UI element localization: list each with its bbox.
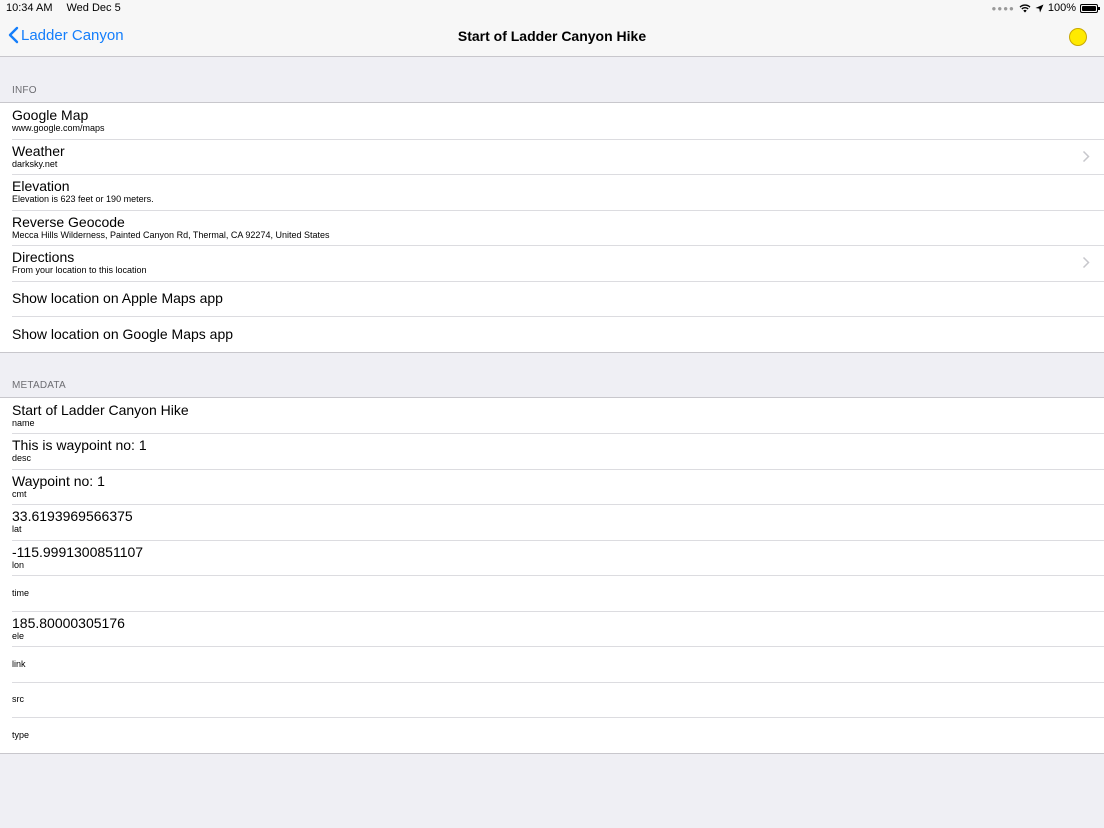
- metadata-key: desc: [12, 453, 32, 464]
- info-row-apple-maps[interactable]: Show location on Apple Maps app: [0, 280, 1104, 317]
- metadata-row-type[interactable]: type: [0, 717, 1104, 753]
- row-subtitle: darksky.net: [12, 158, 58, 169]
- metadata-value: 185.80000305176: [12, 614, 125, 631]
- row-title: Directions: [12, 249, 75, 266]
- section-header-info: INFO: [12, 85, 37, 96]
- metadata-group: Start of Ladder Canyon Hike name This is…: [0, 396, 1104, 754]
- info-row-weather[interactable]: Weather darksky.net: [0, 138, 1104, 175]
- metadata-key: link: [12, 658, 26, 669]
- info-row-elevation[interactable]: Elevation Elevation is 623 feet or 190 m…: [0, 174, 1104, 210]
- metadata-key: type: [12, 729, 30, 740]
- row-title: Reverse Geocode: [12, 213, 125, 230]
- metadata-row-lon[interactable]: -115.9991300851107 lon: [0, 539, 1104, 576]
- location-arrow-icon: [1035, 4, 1044, 12]
- row-subtitle: Elevation is 623 feet or 190 meters.: [12, 194, 154, 205]
- row-subtitle: www.google.com/maps: [12, 123, 105, 134]
- row-subtitle: Mecca Hills Wilderness, Painted Canyon R…: [12, 229, 330, 240]
- metadata-key: ele: [12, 630, 25, 641]
- content: INFO Google Map www.google.com/maps Weat…: [0, 58, 1104, 754]
- status-bar: 10:34 AM Wed Dec 5 ●●●● 100%: [0, 0, 1104, 18]
- metadata-row-lat[interactable]: 33.6193969566375 lat: [0, 504, 1104, 540]
- metadata-key: lat: [12, 524, 22, 535]
- info-row-google-map[interactable]: Google Map www.google.com/maps: [0, 103, 1104, 139]
- status-indicator-icon[interactable]: [1069, 28, 1087, 46]
- metadata-key: cmt: [12, 488, 27, 499]
- info-group: Google Map www.google.com/maps Weather d…: [0, 102, 1104, 353]
- metadata-value: This is waypoint no: 1: [12, 437, 147, 454]
- navigation-bar: Ladder Canyon Start of Ladder Canyon Hik…: [0, 18, 1104, 57]
- row-title: Show location on Google Maps app: [12, 325, 234, 342]
- row-title: Weather: [12, 142, 65, 159]
- section-header-metadata: METADATA: [12, 379, 66, 391]
- status-date: Wed Dec 5: [66, 2, 121, 14]
- battery-icon: [1080, 3, 1100, 13]
- metadata-row-cmt[interactable]: Waypoint no: 1 cmt: [0, 468, 1104, 505]
- metadata-key: name: [12, 417, 35, 428]
- chevron-right-icon: [1082, 256, 1090, 269]
- row-title: Google Map: [12, 107, 89, 124]
- metadata-value: -115.9991300851107: [12, 543, 144, 560]
- metadata-row-name[interactable]: Start of Ladder Canyon Hike name: [0, 398, 1104, 434]
- chevron-right-icon: [1082, 150, 1090, 162]
- metadata-row-desc[interactable]: This is waypoint no: 1 desc: [0, 433, 1104, 469]
- metadata-row-link[interactable]: link: [0, 646, 1104, 682]
- metadata-value: Waypoint no: 1: [12, 472, 105, 489]
- metadata-row-time[interactable]: time: [0, 575, 1104, 611]
- metadata-value: Start of Ladder Canyon Hike: [12, 401, 189, 418]
- page-title: Start of Ladder Canyon Hike: [457, 28, 647, 44]
- metadata-value: 33.6193969566375: [12, 508, 133, 525]
- status-time: 10:34 AM: [6, 2, 53, 14]
- metadata-key: time: [12, 587, 30, 598]
- signal-dots-icon: ●●●●: [991, 3, 1015, 13]
- info-row-reverse-geocode[interactable]: Reverse Geocode Mecca Hills Wilderness, …: [0, 209, 1104, 246]
- info-row-google-maps[interactable]: Show location on Google Maps app: [0, 316, 1104, 352]
- row-title: Elevation: [12, 178, 70, 195]
- metadata-key: lon: [12, 559, 25, 570]
- row-title: Show location on Apple Maps app: [12, 290, 223, 307]
- wifi-icon: [1019, 4, 1031, 12]
- battery-percent: 100%: [1047, 2, 1076, 14]
- metadata-row-ele[interactable]: 185.80000305176 ele: [0, 610, 1104, 647]
- metadata-key: src: [12, 694, 24, 705]
- metadata-row-src[interactable]: src: [0, 681, 1104, 718]
- info-row-directions[interactable]: Directions From your location to this lo…: [0, 245, 1104, 281]
- row-subtitle: From your location to this location: [12, 265, 147, 276]
